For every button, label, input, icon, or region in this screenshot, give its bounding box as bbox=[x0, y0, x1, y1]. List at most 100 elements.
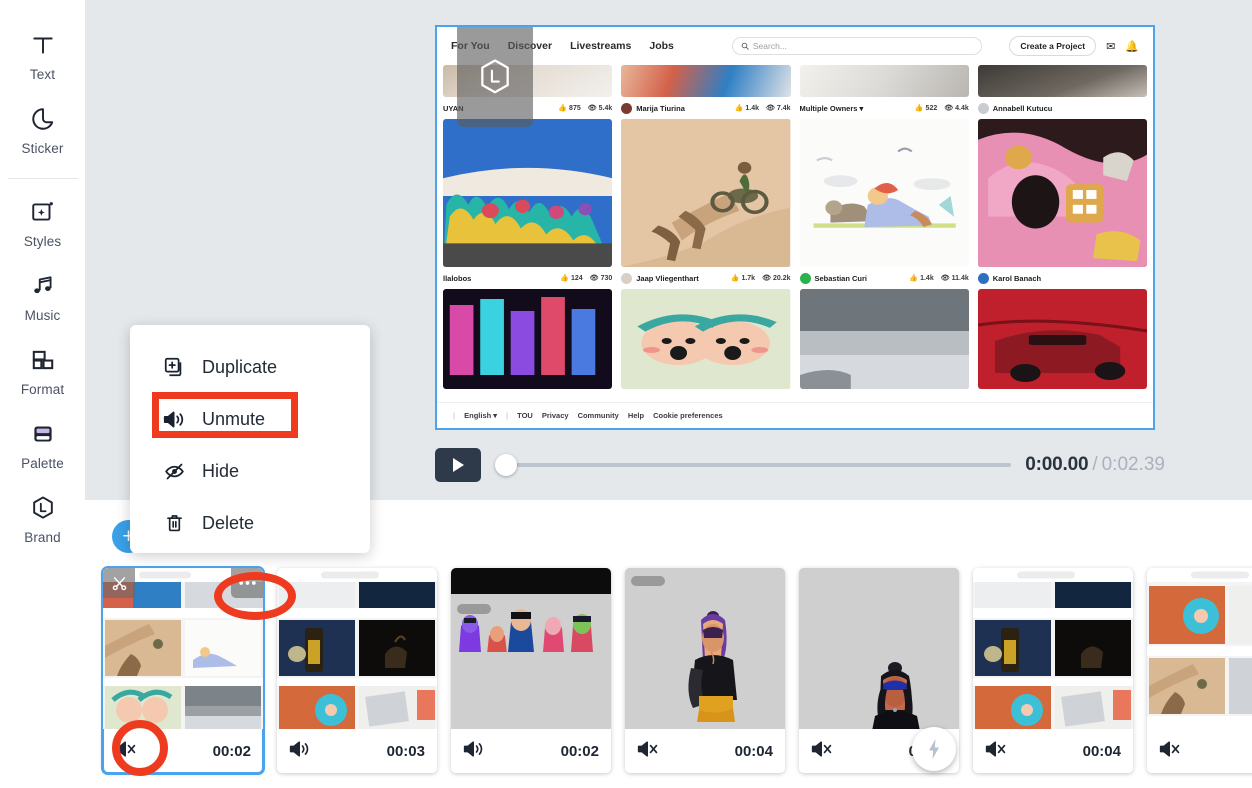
footer-language-select[interactable]: English ▾ bbox=[464, 411, 497, 420]
card-meta: Karol Banach bbox=[977, 267, 1147, 289]
card-likes: 522 bbox=[925, 104, 938, 112]
site-card[interactable]: Marija Tiurina 👍 1.4k 👁 7.4k bbox=[621, 65, 791, 119]
sidebar-item-label: Styles bbox=[23, 234, 62, 249]
site-search-box[interactable]: Search... bbox=[731, 37, 982, 55]
context-menu-label: Delete bbox=[202, 512, 255, 533]
sidebar-item-styles[interactable]: Styles bbox=[0, 185, 85, 259]
speaker-muted-icon[interactable] bbox=[985, 739, 1007, 764]
preview-canvas[interactable]: For You Discover Livestreams Jobs Search… bbox=[435, 25, 1155, 430]
sidebar-item-sticker[interactable]: Sticker bbox=[0, 92, 85, 166]
more-options-icon[interactable] bbox=[231, 568, 263, 598]
card-author: Marija Tiurina bbox=[636, 103, 685, 113]
mail-icon[interactable]: ✉ bbox=[1106, 40, 1115, 53]
trash-icon bbox=[162, 512, 186, 534]
sidebar-item-label: Music bbox=[24, 308, 61, 323]
create-project-button[interactable]: Create a Project bbox=[1009, 36, 1097, 56]
speaker-on-icon[interactable] bbox=[289, 739, 311, 764]
scissors-icon[interactable] bbox=[103, 568, 135, 598]
clip-footer: 00:04 bbox=[625, 729, 785, 773]
speaker-muted-icon[interactable] bbox=[115, 739, 137, 764]
speaker-muted-icon[interactable] bbox=[811, 739, 833, 764]
footer-link-tou[interactable]: TOU bbox=[517, 411, 533, 420]
sidebar-item-brand[interactable]: Brand bbox=[0, 481, 85, 555]
sidebar-item-palette[interactable]: Palette bbox=[0, 407, 85, 481]
clip-item[interactable]: 00:03 bbox=[277, 568, 437, 773]
sidebar-item-music[interactable]: Music bbox=[0, 259, 85, 333]
lightning-icon bbox=[929, 739, 939, 759]
footer-link-community[interactable]: Community bbox=[578, 411, 619, 420]
footer-link-privacy[interactable]: Privacy bbox=[542, 411, 569, 420]
context-menu-label: Unmute bbox=[202, 408, 266, 429]
ellipsis bbox=[238, 581, 256, 585]
card-thumbnail bbox=[977, 289, 1147, 389]
context-menu-label: Hide bbox=[202, 460, 240, 481]
brand-logo-overlay bbox=[457, 27, 533, 127]
site-card[interactable] bbox=[799, 289, 969, 389]
site-card[interactable]: llalobos 👍 124 👁 730 bbox=[443, 119, 613, 289]
site-card[interactable] bbox=[443, 289, 613, 389]
site-card[interactable]: Jaap Vliegenthart 👍 1.7k 👁 20.2k bbox=[621, 119, 791, 289]
footer-link-help[interactable]: Help bbox=[628, 411, 644, 420]
clip-duration: 00:02 bbox=[212, 742, 251, 760]
clip-thumbnail bbox=[451, 568, 611, 729]
site-grid-row-middle: llalobos 👍 124 👁 730 Jaap Vliegenthart 👍… bbox=[437, 119, 1153, 289]
brand-icon bbox=[29, 493, 57, 523]
clip-duration: 00:03 bbox=[386, 742, 425, 760]
speaker-on-icon[interactable] bbox=[463, 739, 485, 764]
site-card[interactable]: Annabell Kutucu bbox=[977, 65, 1147, 119]
footer-divider: | bbox=[453, 411, 456, 420]
scrubber-handle[interactable] bbox=[495, 454, 517, 476]
card-meta: Marija Tiurina 👍 1.4k 👁 7.4k bbox=[621, 97, 791, 119]
footer-divider: | bbox=[506, 411, 509, 420]
clip-thumbnail bbox=[625, 568, 785, 729]
site-nav-link-jobs[interactable]: Jobs bbox=[649, 40, 674, 52]
card-views: 4.4k bbox=[955, 104, 969, 112]
scrubber-track[interactable] bbox=[507, 463, 1012, 467]
clip-item[interactable]: 00:02 bbox=[101, 566, 265, 775]
transition-button[interactable] bbox=[912, 727, 956, 771]
card-thumbnail bbox=[977, 119, 1147, 267]
site-card[interactable]: Sebastian Curi 👍 1.4k 👁 11.4k bbox=[799, 119, 969, 289]
site-card[interactable] bbox=[621, 289, 791, 389]
card-views: 11.4k bbox=[951, 274, 969, 282]
speaker-muted-icon[interactable] bbox=[637, 739, 659, 764]
sidebar-item-format[interactable]: Format bbox=[0, 333, 85, 407]
card-thumbnail bbox=[443, 289, 613, 389]
brand-hexagon-logo-icon bbox=[481, 59, 509, 94]
speaker-muted-icon[interactable] bbox=[1159, 739, 1181, 764]
context-menu-item-unmute[interactable]: Unmute bbox=[130, 393, 370, 445]
site-nav-right: Create a Project ✉ 🔔 bbox=[1009, 36, 1139, 56]
card-views: 20.2k bbox=[772, 274, 791, 282]
footer-link-cookies[interactable]: Cookie preferences bbox=[653, 411, 723, 420]
site-nav-link-livestreams[interactable]: Livestreams bbox=[570, 40, 631, 52]
site-card[interactable] bbox=[977, 289, 1147, 389]
bell-icon[interactable]: 🔔 bbox=[1125, 40, 1139, 53]
context-menu-item-duplicate[interactable]: Duplicate bbox=[130, 341, 370, 393]
clip-item[interactable]: 00:04 bbox=[973, 568, 1133, 773]
sticker-icon bbox=[30, 104, 56, 134]
site-card[interactable]: Multiple Owners ▾ 👍 522 👁 4.4k bbox=[799, 65, 969, 119]
site-card[interactable]: Karol Banach bbox=[977, 119, 1147, 289]
card-author: llalobos bbox=[443, 273, 472, 283]
total-time: 0:02.39 bbox=[1101, 454, 1165, 475]
speaker-on-icon bbox=[162, 409, 186, 430]
rail-divider bbox=[7, 178, 78, 179]
timeline-scrubber[interactable] bbox=[495, 454, 1012, 476]
card-meta: Annabell Kutucu bbox=[977, 97, 1147, 119]
clip-item[interactable] bbox=[1147, 568, 1252, 773]
card-thumbnail bbox=[621, 289, 791, 389]
sidebar-item-text[interactable]: Text bbox=[0, 18, 85, 92]
context-menu-item-delete[interactable]: Delete bbox=[130, 497, 370, 549]
card-thumbnail bbox=[799, 65, 969, 97]
playback-controls: 0:00.00 / 0:02.39 bbox=[435, 442, 1165, 488]
context-menu-item-hide[interactable]: Hide bbox=[130, 445, 370, 497]
play-button[interactable] bbox=[435, 448, 481, 482]
avatar bbox=[977, 102, 989, 114]
clip-item[interactable]: 00:02 bbox=[451, 568, 611, 773]
card-author: Sebastian Curi bbox=[814, 273, 868, 283]
clip-thumbnail bbox=[799, 568, 959, 729]
card-views: 7.4k bbox=[776, 104, 791, 112]
clip-list: 00:02 00:03 00:02 00:04 00:04 bbox=[85, 566, 1252, 775]
clip-duration: 00:02 bbox=[560, 742, 599, 760]
clip-item[interactable]: 00:04 bbox=[625, 568, 785, 773]
